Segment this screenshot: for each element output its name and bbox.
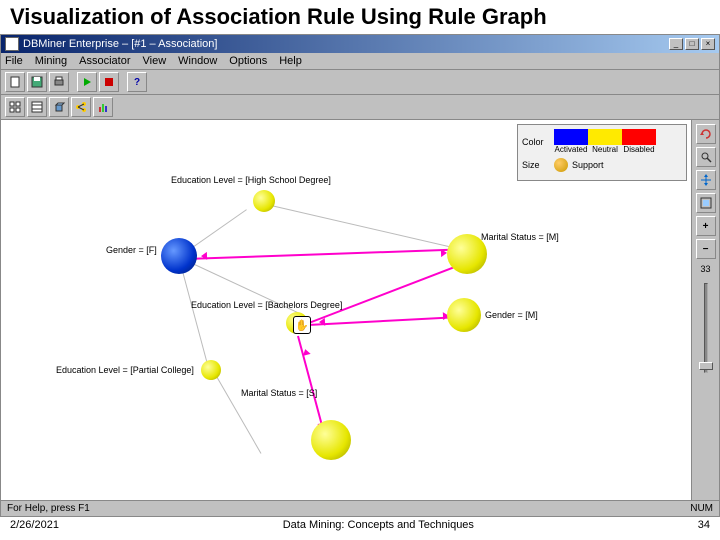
legend-color-label: Color xyxy=(522,137,550,147)
minus-icon: − xyxy=(703,244,709,255)
menu-help[interactable]: Help xyxy=(279,55,302,67)
main-toolbar: ? xyxy=(1,70,719,95)
node-label: Gender = [M] xyxy=(485,310,538,320)
save-icon xyxy=(31,76,43,88)
status-right: NUM xyxy=(690,503,713,514)
graph-icon xyxy=(75,101,87,113)
plus-button[interactable]: + xyxy=(696,216,716,236)
graph-node[interactable] xyxy=(201,360,221,380)
graph-node[interactable] xyxy=(311,420,351,460)
menu-associator[interactable]: Associator xyxy=(79,55,130,67)
save-button[interactable] xyxy=(27,72,47,92)
fit-icon xyxy=(700,197,712,209)
graph-node[interactable] xyxy=(447,234,487,274)
move-button[interactable] xyxy=(696,170,716,190)
footer-center: Data Mining: Concepts and Techniques xyxy=(283,519,474,531)
node-label: Education Level = [High School Degree] xyxy=(171,175,331,185)
minimize-button[interactable]: _ xyxy=(669,38,683,50)
statusbar: For Help, press F1 NUM xyxy=(1,500,719,516)
plus-icon: + xyxy=(703,221,709,232)
stop-icon xyxy=(103,76,115,88)
legend-size-label: Size xyxy=(522,160,550,170)
view-graph-button[interactable] xyxy=(71,97,91,117)
hand-cursor-icon: ✋ xyxy=(293,316,311,334)
graph-node[interactable] xyxy=(253,190,275,212)
threshold-slider[interactable] xyxy=(704,283,708,373)
close-button[interactable]: × xyxy=(701,38,715,50)
menu-view[interactable]: View xyxy=(143,55,167,67)
legend-ball-icon xyxy=(554,158,568,172)
graph-node-active[interactable] xyxy=(161,238,197,274)
legend-panel: Color Activated Neutral Disabled xyxy=(517,124,687,181)
slide-footer: 2/26/2021 Data Mining: Concepts and Tech… xyxy=(0,517,720,533)
legend-label: Disabled xyxy=(622,145,656,154)
move-icon xyxy=(700,174,712,186)
node-label: Education Level = [Partial College] xyxy=(56,365,194,375)
slider-thumb[interactable] xyxy=(699,362,713,370)
view-toolbar xyxy=(1,95,719,120)
app-window: DBMiner Enterprise – [#1 – Association] … xyxy=(0,34,720,517)
edge-rule xyxy=(186,249,451,260)
rotate-icon xyxy=(700,128,712,140)
menu-options[interactable]: Options xyxy=(229,55,267,67)
right-toolbar: + − 33 xyxy=(691,120,719,500)
menu-file[interactable]: File xyxy=(5,55,23,67)
titlebar: DBMiner Enterprise – [#1 – Association] … xyxy=(1,35,719,53)
minus-button[interactable]: − xyxy=(696,239,716,259)
node-label: Marital Status = [M] xyxy=(481,232,559,242)
print-icon xyxy=(53,76,65,88)
menu-mining[interactable]: Mining xyxy=(35,55,67,67)
question-icon: ? xyxy=(134,77,140,88)
grid-icon xyxy=(9,101,21,113)
fit-button[interactable] xyxy=(696,193,716,213)
footer-date: 2/26/2021 xyxy=(10,519,59,531)
node-label: Gender = [F] xyxy=(106,245,157,255)
legend-swatch-neutral xyxy=(588,129,622,145)
rule-graph-canvas[interactable]: Education Level = [High School Degree] G… xyxy=(1,120,691,500)
arrow-icon xyxy=(201,252,207,260)
status-left: For Help, press F1 xyxy=(7,503,90,514)
legend-swatch-disabled xyxy=(622,129,656,145)
view-table-button[interactable] xyxy=(27,97,47,117)
legend-label: Activated xyxy=(554,145,588,154)
legend-label: Neutral xyxy=(588,145,622,154)
help-button[interactable]: ? xyxy=(127,72,147,92)
graph-node[interactable] xyxy=(447,298,481,332)
slider-value: 33 xyxy=(700,264,710,274)
menubar: File Mining Associator View Window Optio… xyxy=(1,53,719,70)
maximize-button[interactable]: □ xyxy=(685,38,699,50)
rotate-button[interactable] xyxy=(696,124,716,144)
table-icon xyxy=(31,101,43,113)
run-button[interactable] xyxy=(77,72,97,92)
menu-window[interactable]: Window xyxy=(178,55,217,67)
app-icon xyxy=(5,37,19,51)
edge-rule xyxy=(308,316,453,326)
play-icon xyxy=(81,76,93,88)
print-button[interactable] xyxy=(49,72,69,92)
zoom-icon xyxy=(700,151,712,163)
edge xyxy=(271,205,456,249)
stop-button[interactable] xyxy=(99,72,119,92)
chart-icon xyxy=(97,101,109,113)
zoom-button[interactable] xyxy=(696,147,716,167)
view-grid-button[interactable] xyxy=(5,97,25,117)
edge xyxy=(181,265,208,362)
arrow-icon xyxy=(301,348,310,356)
node-label: Marital Status = [S] xyxy=(241,388,317,398)
main-area: Education Level = [High School Degree] G… xyxy=(1,120,719,500)
view-3d-button[interactable] xyxy=(49,97,69,117)
footer-page: 34 xyxy=(698,519,710,531)
node-label: Education Level = [Bachelors Degree] xyxy=(191,300,342,310)
view-chart-button[interactable] xyxy=(93,97,113,117)
new-icon xyxy=(9,76,21,88)
new-button[interactable] xyxy=(5,72,25,92)
cube-icon xyxy=(53,101,65,113)
legend-swatch-activated xyxy=(554,129,588,145)
slide-title: Visualization of Association Rule Using … xyxy=(0,0,720,34)
legend-support-label: Support xyxy=(572,160,604,170)
window-title: DBMiner Enterprise – [#1 – Association] xyxy=(23,38,217,50)
